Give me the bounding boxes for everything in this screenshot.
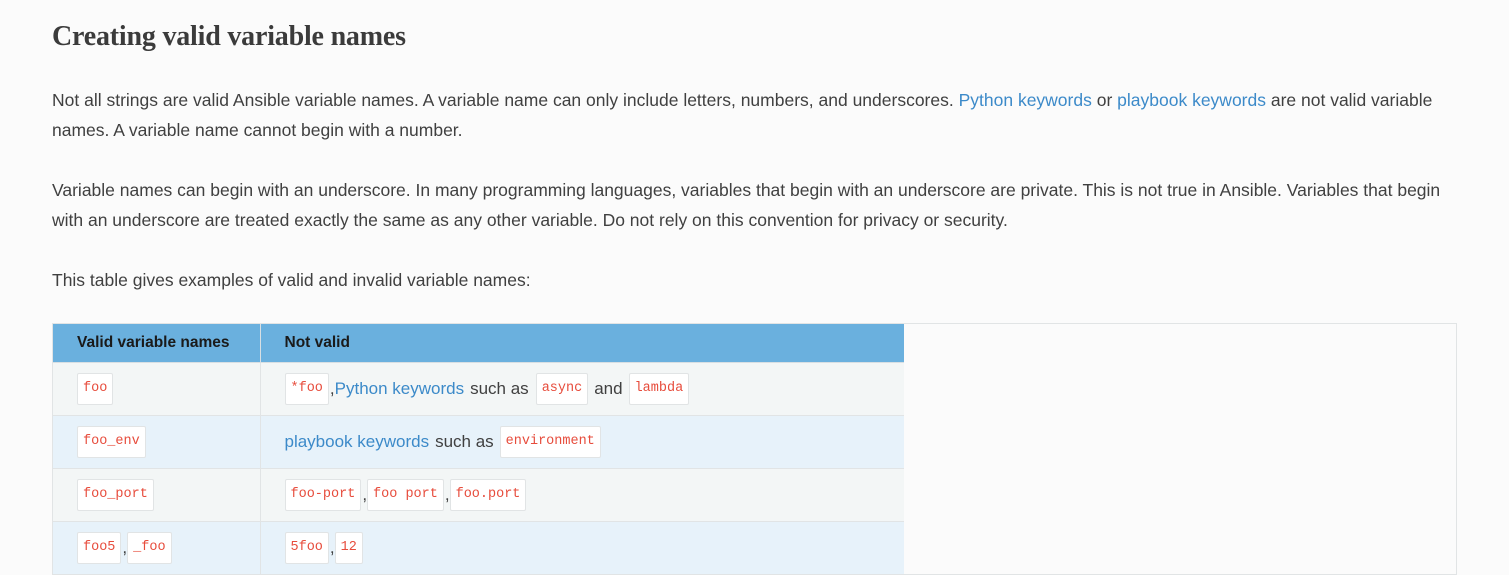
- paragraph-table-lead: This table gives examples of valid and i…: [52, 270, 531, 290]
- table-container: Valid variable names Not valid foo *foo,…: [52, 322, 1457, 575]
- invalid-names-group: *foo, Python keywords such as async and lambd…: [284, 372, 905, 405]
- link-python-keywords[interactable]: Python keywords: [335, 376, 464, 402]
- code-literal: foo-port: [284, 478, 362, 511]
- invalid-names-group: playbook keywords such as environment: [285, 425, 905, 458]
- table-row: foo *foo, Python keywords such as async and l…: [53, 362, 905, 416]
- cell-invalid-names: *foo, Python keywords such as async and lambd…: [260, 362, 905, 416]
- link-playbook-keywords[interactable]: playbook keywords: [1117, 90, 1266, 110]
- text-such-as: such as: [470, 378, 529, 398]
- paragraph-underscore: Variable names can begin with an undersc…: [52, 180, 1441, 230]
- table-header-row: Valid variable names Not valid: [53, 323, 904, 363]
- column-header-not-valid: Not valid: [260, 323, 904, 363]
- code-literal: foo_port: [77, 478, 154, 511]
- paragraph-intro: Not all strings are valid Ansible variab…: [52, 54, 1457, 145]
- table-body: foo *foo, Python keywords such as async and l…: [53, 362, 904, 574]
- separator-comma: ,: [329, 537, 335, 557]
- code-literal: lambda: [628, 372, 690, 405]
- page-title: Creating valid variable names: [52, 21, 406, 52]
- table-header: Valid variable names Not valid: [53, 323, 904, 363]
- link-playbook-keywords[interactable]: playbook keywords: [285, 429, 430, 455]
- cell-valid-names: foo: [53, 362, 261, 416]
- code-literal: 5foo: [284, 531, 329, 564]
- text-such-as: such as: [435, 431, 494, 451]
- valid-names-group: foo5, _foo: [77, 531, 260, 564]
- invalid-names-group: foo-port, foo port, foo.port: [284, 478, 905, 511]
- code-literal: foo: [77, 372, 114, 405]
- text-and: and: [594, 378, 623, 398]
- cell-invalid-names: foo-port, foo port, foo.port: [260, 468, 905, 522]
- table-row: foo_env playbook keywords such as environm…: [53, 415, 905, 469]
- valid-names-group: foo_port: [77, 478, 260, 511]
- code-literal: foo port: [367, 478, 444, 511]
- link-python-keywords[interactable]: Python keywords: [959, 90, 1092, 110]
- cell-invalid-names: playbook keywords such as environment: [260, 415, 905, 469]
- table-row: foo_port foo-port, foo port, foo.port: [53, 468, 905, 522]
- code-literal: async: [535, 372, 589, 405]
- separator-comma: ,: [444, 484, 450, 504]
- variable-names-table: Valid variable names Not valid foo *foo,…: [53, 323, 904, 574]
- column-header-valid: Valid variable names: [53, 323, 261, 363]
- cell-valid-names: foo_port: [53, 468, 261, 522]
- code-literal: 12: [334, 531, 363, 564]
- valid-names-group: foo: [77, 372, 260, 405]
- code-literal: *foo: [284, 372, 329, 405]
- cell-valid-names: foo_env: [53, 415, 261, 469]
- code-literal: _foo: [127, 531, 172, 564]
- invalid-names-group: 5foo, 12: [284, 531, 905, 564]
- code-literal: foo_env: [77, 425, 146, 458]
- code-literal: foo5: [77, 531, 122, 564]
- code-literal: foo.port: [449, 478, 527, 511]
- paragraph-intro-segment-1: Not all strings are valid Ansible variab…: [52, 90, 959, 110]
- code-literal: environment: [499, 425, 601, 458]
- document-body: Creating valid variable names Not all st…: [0, 0, 1509, 575]
- paragraph-intro-segment-2: or: [1091, 90, 1118, 110]
- valid-names-group: foo_env: [77, 425, 260, 458]
